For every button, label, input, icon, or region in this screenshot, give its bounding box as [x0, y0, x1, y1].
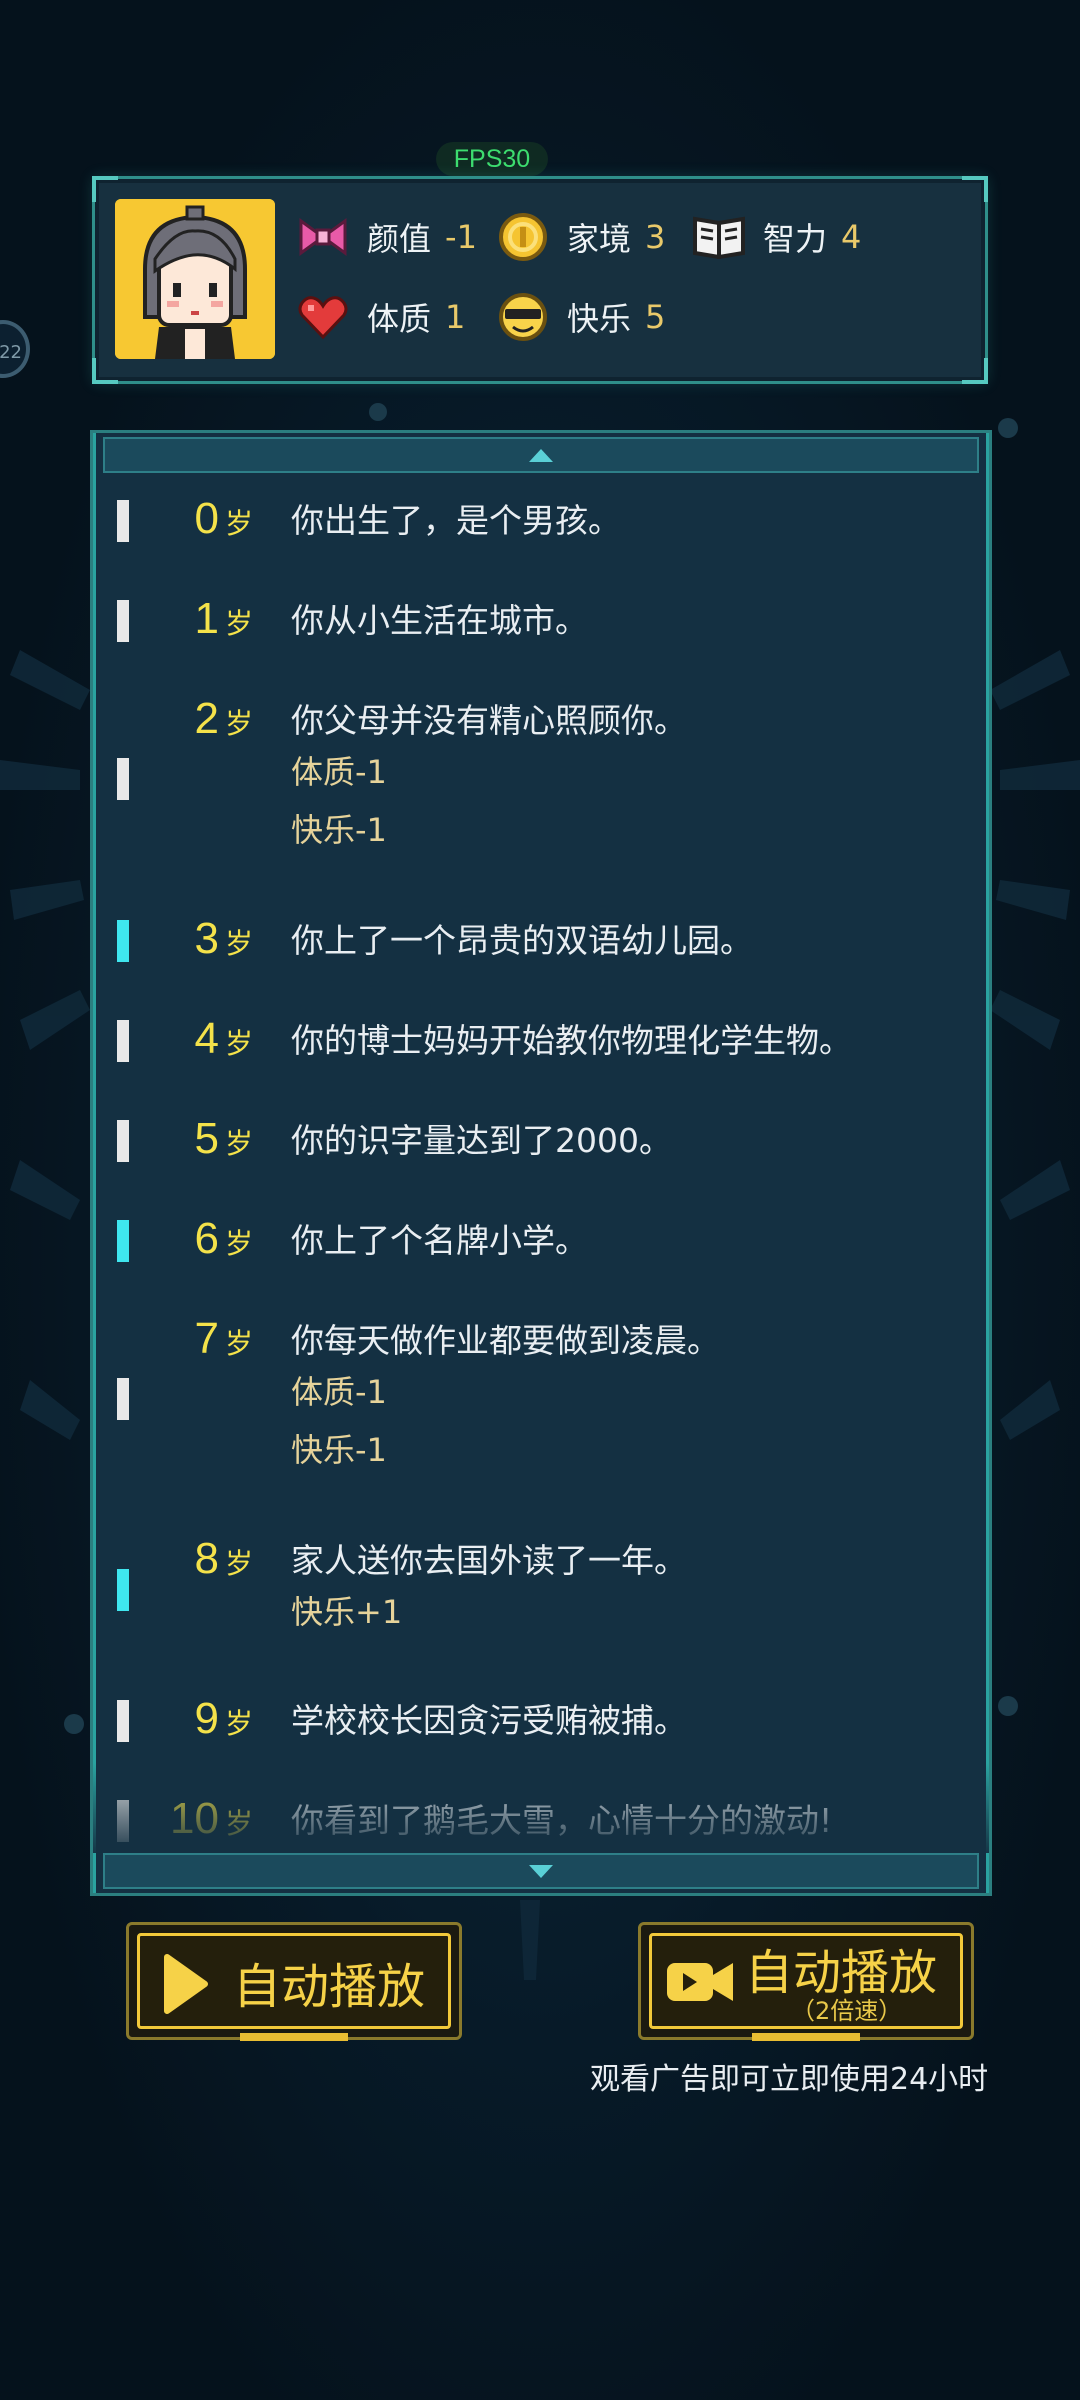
entry-age: 6岁 [153, 1213, 254, 1264]
book-icon [691, 209, 747, 265]
entry-age: 5岁 [153, 1113, 254, 1164]
entry-age: 2岁 [153, 693, 254, 744]
age-number: 9 [194, 1694, 219, 1743]
stat-label: 家境 [567, 220, 632, 258]
auto-play-label: 自动播放 [233, 1959, 426, 2015]
entry-text: 你从小生活在城市。 [291, 601, 588, 640]
entry-text: 你上了一个昂贵的双语幼儿园。 [291, 921, 753, 960]
arrow-up-icon [529, 448, 553, 462]
stat-label: 智力 [763, 220, 828, 258]
stat-constitution: 体质 1 [295, 287, 465, 347]
age-unit: 岁 [224, 1547, 253, 1580]
entry-text: 你每天做作业都要做到凌晨。 [291, 1321, 720, 1360]
entry-age: 8岁 [153, 1533, 254, 1584]
auto-play-2x-button[interactable]: 自动播放 （2倍速） [638, 1922, 974, 2041]
stats-panel: 颜值 -1 家境 3 智力 4 体质 1 快乐 5 [92, 176, 988, 384]
entry-text: 你上了个名牌小学。 [291, 1221, 588, 1260]
entry-age: 1岁 [153, 593, 254, 644]
stat-value: 4 [841, 218, 862, 256]
entry-marker [117, 600, 129, 642]
stat-label: 快乐 [567, 300, 632, 338]
age-unit: 岁 [224, 1127, 253, 1160]
entry-effect: 快乐-1 [291, 811, 387, 849]
stat-intelligence: 智力 4 [691, 207, 861, 267]
age-unit: 岁 [224, 607, 253, 640]
arrow-down-icon [529, 1864, 553, 1878]
entry-marker [117, 920, 129, 962]
age-unit: 岁 [224, 1707, 253, 1740]
entry-effect: 快乐-1 [291, 1431, 387, 1469]
fps-counter: FPS30 [436, 142, 548, 176]
entry-age: 4岁 [153, 1013, 254, 1064]
age-number: 2 [194, 694, 219, 743]
entry-effect: 体质-1 [291, 753, 387, 791]
age-number: 3 [194, 914, 219, 963]
stat-label: 颜值 [367, 220, 432, 258]
stat-family: 家境 3 [495, 207, 665, 267]
sunglasses-face-icon [495, 289, 551, 345]
entry-marker [117, 1378, 129, 1420]
entry-effect: 体质-1 [291, 1373, 387, 1411]
age-unit: 岁 [224, 1327, 253, 1360]
coin-icon [495, 209, 551, 265]
age-number: 0 [194, 494, 219, 543]
entry-marker [117, 1120, 129, 1162]
ad-note: 观看广告即可立即使用24小时 [590, 2062, 989, 2097]
play-icon [164, 1954, 208, 2014]
age-unit: 岁 [224, 927, 253, 960]
entry-text: 你的博士妈妈开始教你物理化学生物。 [291, 1021, 852, 1060]
entry-age: 7岁 [153, 1313, 254, 1364]
entry-age: 3岁 [153, 913, 254, 964]
entry-text: 你的识字量达到了2000。 [291, 1121, 672, 1160]
stat-appearance: 颜值 -1 [295, 207, 477, 267]
heart-icon [295, 289, 351, 345]
stat-value: -1 [445, 218, 477, 256]
stat-happiness: 快乐 5 [495, 287, 665, 347]
entry-age: 0岁 [153, 493, 254, 544]
age-number: 8 [194, 1534, 219, 1583]
age-number: 5 [194, 1114, 219, 1163]
age-unit: 岁 [224, 1027, 253, 1060]
entry-marker [117, 500, 129, 542]
entry-text: 学校校长因贪污受贿被捕。 [291, 1701, 687, 1740]
entry-effect: 快乐+1 [291, 1593, 403, 1631]
scroll-down-button[interactable] [103, 1853, 979, 1889]
age-number: 4 [194, 1014, 219, 1063]
age-unit: 岁 [224, 1227, 253, 1260]
entry-marker [117, 1020, 129, 1062]
age-unit: 岁 [224, 707, 253, 740]
life-log-panel[interactable]: 0 岁你出生了，是个男孩。 1 岁你从小生活在城市。 2 岁你父母并没有精心照顾你。 体质-… [90, 430, 992, 1896]
entry-marker [117, 1569, 129, 1611]
entry-marker [117, 1220, 129, 1262]
stat-value: 1 [445, 298, 466, 336]
entry-text: 你出生了，是个男孩。 [291, 501, 621, 540]
entry-age: 9岁 [153, 1693, 254, 1744]
entry-marker [117, 1700, 129, 1742]
speed-note: （2倍速） [791, 1997, 903, 2025]
scroll-up-button[interactable] [103, 437, 979, 473]
age-unit: 岁 [224, 507, 253, 540]
stat-value: 5 [645, 298, 666, 336]
age-number: 6 [194, 1214, 219, 1263]
entry-text: 你父母并没有精心照顾你。 [291, 701, 687, 740]
avatar [115, 199, 275, 359]
stat-value: 3 [645, 218, 666, 256]
stat-label: 体质 [367, 300, 432, 338]
auto-play-button[interactable]: 自动播放 [126, 1922, 462, 2041]
entry-marker [117, 758, 129, 800]
entry-text: 家人送你去国外读了一年。 [291, 1541, 687, 1580]
video-camera-icon [667, 1963, 733, 2001]
bow-icon [295, 209, 351, 265]
age-number: 1 [194, 594, 219, 643]
age-number: 7 [194, 1314, 219, 1363]
